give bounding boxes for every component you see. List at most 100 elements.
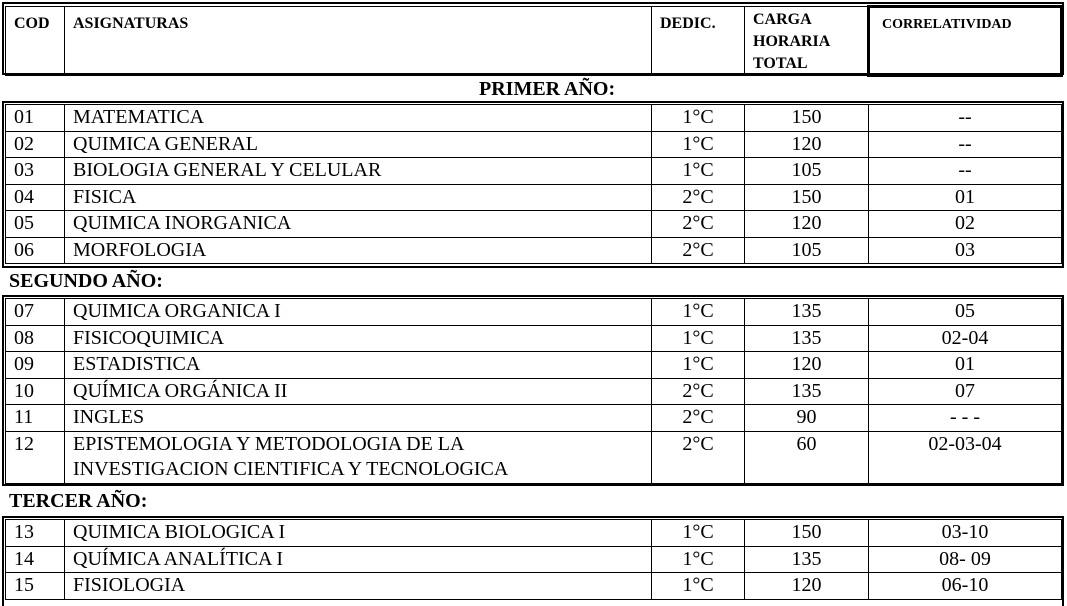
cell-carga: 135 — [744, 298, 869, 326]
cell-corr: 02-03-04 — [868, 430, 1062, 484]
cell-cod: 02 — [5, 130, 65, 158]
cell-corr: 02-04 — [868, 324, 1062, 352]
section-title-primer: PRIMER AÑO: — [479, 78, 616, 100]
cell-cod: 06 — [5, 236, 65, 264]
cell-cod: 05 — [5, 210, 65, 238]
table-row: 12 EPISTEMOLOGIA Y METODOLOGIA DE LA INV… — [5, 430, 1062, 484]
cell-name: INGLES — [64, 404, 652, 432]
table-row: 05 QUIMICA INORGANICA 2°C 120 02 — [5, 210, 1062, 238]
cell-cod: 11 — [5, 404, 65, 432]
cell-dedic: 1°C — [651, 130, 745, 158]
cell-dedic: 1°C — [651, 298, 745, 326]
cell-carga: 120 — [744, 210, 869, 238]
cell-corr: 01 — [868, 351, 1062, 379]
table-row: 09 ESTADISTICA 1°C 120 01 — [5, 351, 1062, 379]
header-correlatividad: CORRELATIVIDAD — [867, 5, 1063, 77]
cell-corr: 05 — [868, 298, 1062, 326]
cell-corr: 02 — [868, 210, 1062, 238]
cell-carga: 120 — [744, 572, 869, 600]
table-row: 14 QUÍMICA ANALÍTICA I 1°C 135 08- 09 — [5, 545, 1062, 573]
cell-carga: 135 — [744, 324, 869, 352]
cell-dedic: 2°C — [651, 377, 745, 405]
cell-name-line1: EPISTEMOLOGIA Y METODOLOGIA DE LA — [73, 432, 465, 455]
cell-carga: 135 — [744, 377, 869, 405]
cell-cod: 13 — [5, 519, 65, 547]
cell-corr: 03 — [868, 236, 1062, 264]
header-carga: CARGA HORARIA TOTAL — [744, 6, 869, 76]
cell-dedic: 2°C — [651, 236, 745, 264]
cell-name: FISICOQUIMICA — [64, 324, 652, 352]
table-row: 13 QUIMICA BIOLOGICA I 1°C 150 03-10 — [5, 519, 1062, 547]
cell-dedic: 1°C — [651, 545, 745, 573]
cell-dedic: 2°C — [651, 210, 745, 238]
cell-corr: -- — [868, 130, 1062, 158]
cell-name-line2: INVESTIGACION CIENTIFICA Y TECNOLOGICA — [73, 457, 509, 480]
cell-dedic: 2°C — [651, 430, 745, 484]
cell-dedic: 1°C — [651, 157, 745, 185]
cell-dedic: 1°C — [651, 572, 745, 600]
cell-corr: - - - — [868, 404, 1062, 432]
cell-cod: 15 — [5, 572, 65, 600]
header-cod: COD — [5, 6, 65, 76]
cell-name: QUIMICA INORGANICA — [64, 210, 652, 238]
table-segundo: 07 QUIMICA ORGANICA I 1°C 135 05 08 FISI… — [5, 298, 1062, 484]
cell-carga: 150 — [744, 519, 869, 547]
table-primer: 01 MATEMATICA 1°C 150 -- 02 QUIMICA GENE… — [5, 104, 1062, 264]
cell-name: MORFOLOGIA — [64, 236, 652, 264]
cell-corr: 07 — [868, 377, 1062, 405]
cell-dedic: 1°C — [651, 324, 745, 352]
cell-name: QUIMICA GENERAL — [64, 130, 652, 158]
cell-cod: 07 — [5, 298, 65, 326]
table-row: 08 FISICOQUIMICA 1°C 135 02-04 — [5, 324, 1062, 352]
cell-cod: 04 — [5, 183, 65, 211]
table-row: 15 FISIOLOGIA 1°C 120 06-10 — [5, 572, 1062, 600]
cell-name: QUÍMICA ORGÁNICA II — [64, 377, 652, 405]
cell-name: FISIOLOGIA — [64, 572, 652, 600]
header-table: COD ASIGNATURAS DEDIC. CARGA HORARIA TOT… — [5, 5, 1063, 77]
header-carga-line2: HORARIA — [753, 33, 831, 50]
cell-cod: 12 — [5, 430, 65, 484]
cell-carga: 90 — [744, 404, 869, 432]
cell-name: EPISTEMOLOGIA Y METODOLOGIA DE LA INVEST… — [64, 430, 652, 484]
cell-cod: 01 — [5, 104, 65, 132]
cell-dedic: 1°C — [651, 519, 745, 547]
table-row: 10 QUÍMICA ORGÁNICA II 2°C 135 07 — [5, 377, 1062, 405]
header-carga-line1: CARGA — [753, 11, 812, 28]
section-title-segundo: SEGUNDO AÑO: — [9, 270, 163, 292]
cell-carga: 150 — [744, 183, 869, 211]
cell-dedic: 2°C — [651, 183, 745, 211]
cell-corr: 03-10 — [868, 519, 1062, 547]
cell-name: MATEMATICA — [64, 104, 652, 132]
cell-name: QUIMICA ORGANICA I — [64, 298, 652, 326]
cell-cod: 10 — [5, 377, 65, 405]
table-row: 06 MORFOLOGIA 2°C 105 03 — [5, 236, 1062, 264]
cell-cod: 03 — [5, 157, 65, 185]
cell-carga: 105 — [744, 236, 869, 264]
table-row: 07 QUIMICA ORGANICA I 1°C 135 05 — [5, 298, 1062, 326]
table-row: 01 MATEMATICA 1°C 150 -- — [5, 104, 1062, 132]
cell-name: FISICA — [64, 183, 652, 211]
cell-name: ESTADISTICA — [64, 351, 652, 379]
cell-name: QUÍMICA ANALÍTICA I — [64, 545, 652, 573]
section-title-tercer: TERCER AÑO: — [9, 490, 148, 512]
cell-name: QUIMICA BIOLOGICA I — [64, 519, 652, 547]
cell-carga: 60 — [744, 430, 869, 484]
table-tercer: 13 QUIMICA BIOLOGICA I 1°C 150 03-10 14 … — [5, 519, 1062, 600]
cell-dedic: 1°C — [651, 351, 745, 379]
cell-corr: 06-10 — [868, 572, 1062, 600]
cell-carga: 150 — [744, 104, 869, 132]
cell-carga: 105 — [744, 157, 869, 185]
table-row: 11 INGLES 2°C 90 - - - — [5, 404, 1062, 432]
cell-name: BIOLOGIA GENERAL Y CELULAR — [64, 157, 652, 185]
header-carga-line3: TOTAL — [753, 55, 808, 72]
header-correlatividad-label: CORRELATIVIDAD — [882, 17, 1012, 32]
cell-carga: 120 — [744, 351, 869, 379]
cell-cod: 14 — [5, 545, 65, 573]
cell-dedic: 1°C — [651, 104, 745, 132]
table-row: 02 QUIMICA GENERAL 1°C 120 -- — [5, 130, 1062, 158]
header-asignaturas: ASIGNATURAS — [64, 6, 652, 76]
cell-cod: 08 — [5, 324, 65, 352]
cell-cod: 09 — [5, 351, 65, 379]
table-row: 04 FISICA 2°C 150 01 — [5, 183, 1062, 211]
cell-corr: 01 — [868, 183, 1062, 211]
